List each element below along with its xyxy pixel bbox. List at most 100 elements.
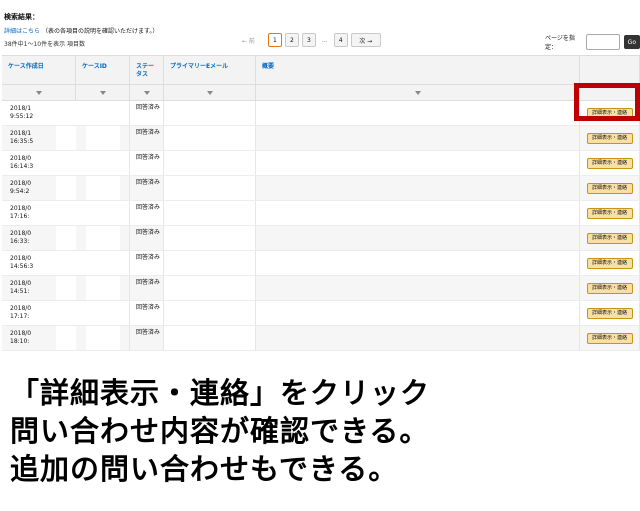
action-cell: 詳細表示・連絡 xyxy=(580,326,640,350)
redaction-mask xyxy=(86,276,120,300)
created-date-cell: 2018/0 16:33: xyxy=(2,226,76,250)
summary-cell xyxy=(256,101,580,125)
column-created-date[interactable]: ケース作成日 xyxy=(2,56,76,84)
view-details-button[interactable]: 詳細表示・連絡 xyxy=(586,207,633,219)
view-details-button[interactable]: 詳細表示・連絡 xyxy=(586,307,633,319)
pagination-ellipsis: ... xyxy=(321,36,328,44)
view-details-button[interactable]: 詳細表示・連絡 xyxy=(586,282,633,294)
summary-cell xyxy=(256,251,580,275)
redaction-mask xyxy=(56,126,76,150)
summary-cell xyxy=(256,301,580,325)
column-status[interactable]: ステータス xyxy=(130,56,164,84)
column-action xyxy=(580,56,640,84)
redaction-mask xyxy=(56,101,76,125)
view-details-button[interactable]: 詳細表示・連絡 xyxy=(586,232,633,244)
instruction-caption: 「詳細表示・連絡」をクリック 問い合わせ内容が確認できる。 追加の問い合わせもで… xyxy=(10,374,430,488)
filter-primary-email[interactable] xyxy=(164,85,256,100)
column-summary[interactable]: 概要 xyxy=(256,56,580,84)
case-id-cell xyxy=(76,151,130,175)
prev-page-link[interactable]: ← 前 xyxy=(242,36,255,45)
email-cell xyxy=(164,301,256,325)
filter-row xyxy=(2,85,640,101)
summary-cell xyxy=(256,276,580,300)
view-details-button[interactable]: 詳細表示・連絡 xyxy=(586,182,633,194)
case-id-cell xyxy=(76,326,130,350)
page-1-button[interactable]: 1 xyxy=(267,33,282,47)
column-primary-email[interactable]: プライマリーEメール xyxy=(164,56,256,84)
action-cell: 詳細表示・連絡 xyxy=(580,151,640,175)
email-cell xyxy=(164,151,256,175)
action-cell: 詳細表示・連絡 xyxy=(580,301,640,325)
view-details-button[interactable]: 詳細表示・連絡 xyxy=(586,332,633,344)
table-row: 2018/0 17:17: 回答済み 詳細表示・連絡 xyxy=(2,301,640,326)
redaction-mask xyxy=(164,151,255,175)
table-header: ケース作成日 ケースID ステータス プライマリーEメール 概要 xyxy=(2,56,640,85)
summary-cell xyxy=(256,126,580,150)
created-date-cell: 2018/1 9:55:12 xyxy=(2,101,76,125)
redaction-mask xyxy=(56,251,76,275)
redaction-mask xyxy=(164,326,255,350)
status-cell: 回答済み xyxy=(130,101,164,125)
case-id-cell xyxy=(76,276,130,300)
table-row: 2018/1 16:35:5 回答済み 詳細表示・連絡 xyxy=(2,126,640,151)
filter-created-date[interactable] xyxy=(2,85,76,100)
table-row: 2018/0 14:51: 回答済み 詳細表示・連絡 xyxy=(2,276,640,301)
case-id-cell xyxy=(76,201,130,225)
filter-status[interactable] xyxy=(130,85,164,100)
goto-page-input[interactable] xyxy=(585,34,620,50)
redaction-mask xyxy=(56,226,76,250)
highlight-box xyxy=(574,83,640,121)
email-cell xyxy=(164,176,256,200)
action-cell: 詳細表示・連絡 xyxy=(580,201,640,225)
summary-cell xyxy=(256,226,580,250)
action-cell: 詳細表示・連絡 xyxy=(580,126,640,150)
results-title: 検索結果： xyxy=(4,13,39,21)
redaction-mask xyxy=(86,301,120,325)
created-date-cell: 2018/0 16:14:3 xyxy=(2,151,76,175)
status-cell: 回答済み xyxy=(130,276,164,300)
chevron-down-icon xyxy=(99,90,106,95)
redaction-mask xyxy=(164,126,255,150)
redaction-mask xyxy=(164,276,255,300)
action-cell: 詳細表示・連絡 xyxy=(580,251,640,275)
next-page-button[interactable]: 次 → xyxy=(350,33,381,47)
caption-line-2: 問い合わせ内容が確認できる。 xyxy=(10,414,430,448)
view-details-button[interactable]: 詳細表示・連絡 xyxy=(586,157,633,169)
summary-cell xyxy=(256,176,580,200)
cases-table: ケース作成日 ケースID ステータス プライマリーEメール 概要 2018/1 9… xyxy=(2,55,640,351)
redaction-mask xyxy=(86,326,120,350)
redaction-mask xyxy=(56,276,76,300)
go-button[interactable]: Go xyxy=(623,35,640,49)
action-cell: 詳細表示・連絡 xyxy=(580,276,640,300)
view-details-button[interactable]: 詳細表示・連絡 xyxy=(586,257,633,269)
email-cell xyxy=(164,201,256,225)
view-details-button[interactable]: 詳細表示・連絡 xyxy=(586,132,633,144)
status-cell: 回答済み xyxy=(130,226,164,250)
redaction-mask xyxy=(56,176,76,200)
chevron-down-icon xyxy=(35,90,42,95)
table-body: 2018/1 9:55:12 回答済み 詳細表示・連絡 2018/1 16:35:5 回答済… xyxy=(2,101,640,351)
summary-cell xyxy=(256,151,580,175)
column-case-id[interactable]: ケースID xyxy=(76,56,130,84)
filter-summary[interactable] xyxy=(256,85,580,100)
details-link[interactable]: 詳細はこちら xyxy=(4,28,40,35)
created-date-cell: 2018/0 17:17: xyxy=(2,301,76,325)
page-3-button[interactable]: 3 xyxy=(301,33,316,47)
filter-case-id[interactable] xyxy=(76,85,130,100)
created-date-cell: 2018/1 16:35:5 xyxy=(2,126,76,150)
created-date-cell: 2018/0 17:16: xyxy=(2,201,76,225)
chevron-down-icon xyxy=(414,90,421,95)
created-date-cell: 2018/0 18:10: xyxy=(2,326,76,350)
status-cell: 回答済み xyxy=(130,151,164,175)
status-cell: 回答済み xyxy=(130,126,164,150)
details-note: （表の各項目の説明を確認いただけます。） xyxy=(41,28,159,35)
case-id-cell xyxy=(76,101,130,125)
redaction-mask xyxy=(86,101,120,125)
page-4-button[interactable]: 4 xyxy=(333,33,348,47)
chevron-down-icon xyxy=(206,90,213,95)
table-row: 2018/0 17:16: 回答済み 詳細表示・連絡 xyxy=(2,201,640,226)
table-row: 2018/0 14:56:3 回答済み 詳細表示・連絡 xyxy=(2,251,640,276)
redaction-mask xyxy=(86,151,120,175)
caption-line-3: 追加の問い合わせもできる。 xyxy=(10,452,399,486)
page-2-button[interactable]: 2 xyxy=(284,33,299,47)
